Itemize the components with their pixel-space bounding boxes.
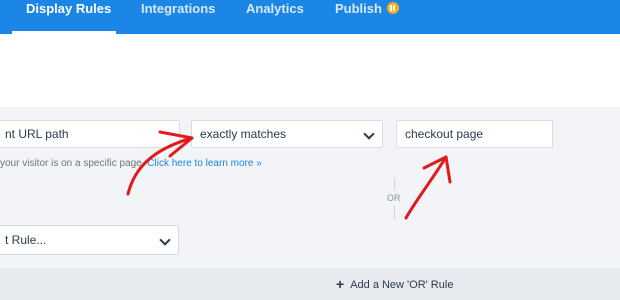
tab-display-rules[interactable]: Display Rules xyxy=(26,0,111,34)
helper-description: your visitor is on a specific page. xyxy=(0,158,145,169)
condition-select[interactable]: nt URL path xyxy=(0,120,180,148)
match-value-text: checkout page xyxy=(405,127,484,141)
or-divider-bottom xyxy=(394,206,395,220)
chevron-down-icon xyxy=(363,128,375,140)
tab-integrations[interactable]: Integrations xyxy=(141,0,215,34)
tab-publish[interactable]: Publish xyxy=(335,0,399,34)
add-or-rule-button[interactable]: + Add a New 'OR' Rule xyxy=(336,276,453,292)
condition-select-value: nt URL path xyxy=(5,127,69,141)
tab-analytics[interactable]: Analytics xyxy=(246,0,304,34)
pause-icon xyxy=(386,2,399,14)
tab-publish-label: Publish xyxy=(335,1,382,16)
top-nav-bar: Display Rules Integrations Analytics Pub… xyxy=(0,0,620,34)
active-tab-indicator xyxy=(12,31,116,34)
second-rule-select[interactable]: t Rule... xyxy=(0,225,179,255)
plus-icon: + xyxy=(336,276,345,292)
or-divider-top xyxy=(394,178,395,190)
learn-more-link[interactable]: Click here to learn more » xyxy=(147,158,262,169)
chevron-down-icon xyxy=(159,234,171,246)
second-rule-select-value: t Rule... xyxy=(5,233,47,247)
helper-text: your visitor is on a specific page. Clic… xyxy=(0,158,262,169)
operator-select-value: exactly matches xyxy=(200,127,287,141)
add-or-rule-label: Add a New 'OR' Rule xyxy=(350,279,454,291)
match-value-input[interactable]: checkout page xyxy=(396,120,553,148)
or-label: OR xyxy=(387,193,401,203)
operator-select[interactable]: exactly matches xyxy=(191,120,383,148)
add-rule-bar xyxy=(0,268,620,300)
